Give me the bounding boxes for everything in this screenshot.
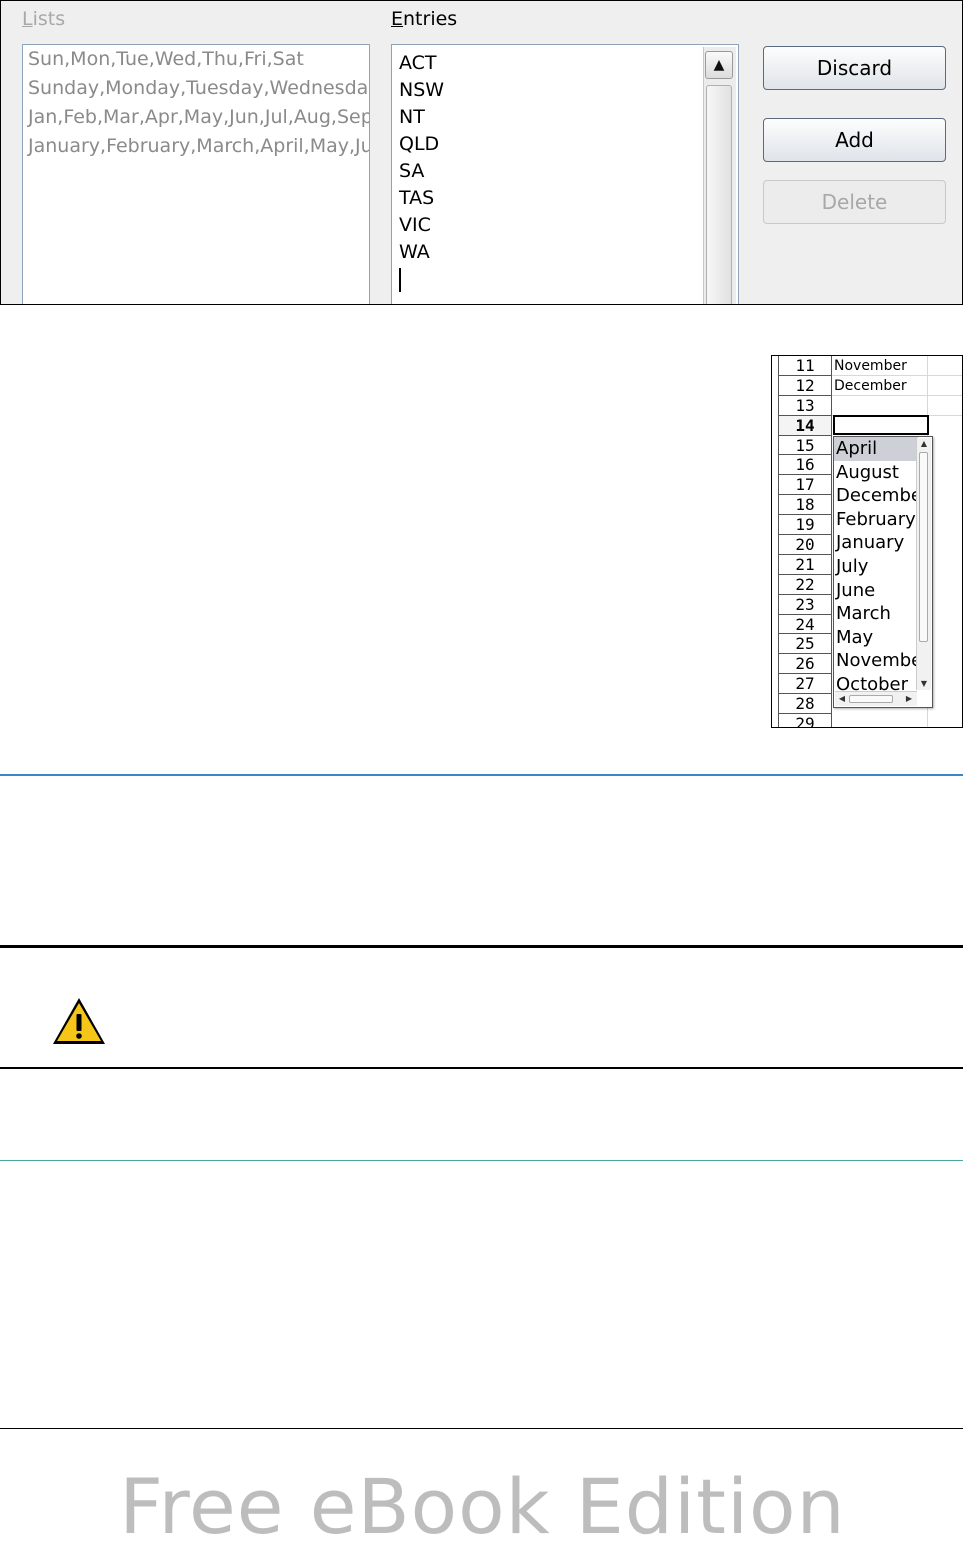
entries-textarea[interactable]: ACT NSW NT QLD SA TAS VIC WA ▲ bbox=[391, 44, 739, 304]
autocomplete-item[interactable]: June bbox=[834, 579, 918, 603]
dropdown-horizontal-scrollbar[interactable]: ◀ ▶ bbox=[835, 691, 917, 706]
scroll-up-icon[interactable]: ▲ bbox=[918, 438, 930, 450]
row-header[interactable]: 21 bbox=[778, 554, 832, 575]
row-header[interactable]: 25 bbox=[778, 634, 832, 655]
list-item[interactable]: Sunday,Monday,Tuesday,Wednesday bbox=[23, 74, 369, 103]
spreadsheet-snippet: 11 12 13 14 15 16 17 18 19 20 21 22 23 24 25 26 27 28 29 N… bbox=[771, 355, 963, 728]
cell[interactable] bbox=[832, 396, 962, 416]
autocomplete-item[interactable]: April bbox=[834, 437, 918, 461]
list-item[interactable]: January,February,March,April,May,Jun bbox=[23, 132, 369, 161]
row-header[interactable]: 24 bbox=[778, 614, 832, 635]
delete-button[interactable]: Delete bbox=[763, 180, 946, 224]
scroll-left-icon[interactable]: ◀ bbox=[836, 693, 848, 705]
autocomplete-dropdown[interactable]: AprilAugustDecemberFebruaryJanuaryJulyJu… bbox=[833, 436, 933, 708]
text-cursor-line bbox=[392, 266, 738, 293]
entries-scrollbar[interactable]: ▲ bbox=[703, 47, 736, 304]
autocomplete-item[interactable]: November bbox=[834, 649, 918, 673]
lists-listbox[interactable]: Sun,Mon,Tue,Wed,Thu,Fri,Sat Sunday,Monda… bbox=[22, 44, 370, 304]
add-button-label: Add bbox=[835, 128, 874, 152]
scrollbar-thumb[interactable] bbox=[706, 85, 732, 304]
scroll-up-icon[interactable]: ▲ bbox=[705, 51, 733, 79]
caution-top-rule bbox=[0, 945, 963, 948]
row-header[interactable]: 23 bbox=[778, 594, 832, 615]
row-headers: 11 12 13 14 15 16 17 18 19 20 21 22 23 24 25 26 27 28 29 bbox=[778, 356, 832, 727]
discard-button[interactable]: Discard bbox=[763, 46, 946, 90]
discard-button-label: Discard bbox=[816, 56, 893, 80]
scrollbar-thumb[interactable] bbox=[919, 452, 928, 642]
row-header[interactable]: 16 bbox=[778, 455, 832, 476]
footer-rule bbox=[0, 1428, 963, 1429]
cell[interactable]: November bbox=[832, 356, 962, 376]
row-header[interactable]: 12 bbox=[778, 375, 832, 396]
delete-button-label: Delete bbox=[821, 190, 888, 214]
text-caret bbox=[399, 268, 401, 292]
row-header[interactable]: 11 bbox=[778, 356, 832, 376]
dropdown-vertical-scrollbar[interactable]: ▲ ▼ bbox=[916, 438, 931, 690]
row-header[interactable]: 13 bbox=[778, 395, 832, 416]
row-header[interactable]: 26 bbox=[778, 654, 832, 675]
list-item[interactable]: Sun,Mon,Tue,Wed,Thu,Fri,Sat bbox=[23, 45, 369, 74]
autocomplete-item[interactable]: February bbox=[834, 508, 918, 532]
row-header[interactable]: 14 bbox=[778, 415, 832, 436]
lists-label: Lists bbox=[22, 8, 65, 30]
sort-lists-dialog: Lists Entries Sun,Mon,Tue,Wed,Thu,Fri,Sa… bbox=[0, 0, 963, 305]
entry-line: VIC bbox=[399, 214, 431, 236]
lists-label-mnemonic: L bbox=[22, 8, 33, 30]
scroll-down-icon[interactable]: ▼ bbox=[918, 678, 930, 690]
entry-line: TAS bbox=[399, 187, 435, 209]
list-item[interactable]: Jan,Feb,Mar,Apr,May,Jun,Jul,Aug,Sep bbox=[23, 103, 369, 132]
entry-line: ACT bbox=[399, 52, 437, 74]
row-header[interactable]: 29 bbox=[778, 714, 832, 727]
row-header[interactable]: 17 bbox=[778, 475, 832, 496]
autocomplete-item[interactable]: March bbox=[834, 602, 918, 626]
entry-line: NT bbox=[399, 106, 425, 128]
watermark-text: Free eBook Edition bbox=[119, 1462, 846, 1551]
scrollbar-thumb[interactable] bbox=[849, 695, 893, 703]
autocomplete-item[interactable]: July bbox=[834, 555, 918, 579]
section-rule-teal bbox=[0, 1160, 963, 1161]
autocomplete-item[interactable]: December bbox=[834, 484, 918, 508]
entries-label-rest: ntries bbox=[403, 8, 458, 30]
entry-line: WA bbox=[399, 241, 430, 263]
row-header[interactable]: 27 bbox=[778, 674, 832, 695]
entries-label: Entries bbox=[391, 8, 457, 30]
row-header[interactable]: 19 bbox=[778, 515, 832, 536]
row-header[interactable]: 22 bbox=[778, 574, 832, 595]
scroll-right-icon[interactable]: ▶ bbox=[903, 693, 915, 705]
row-header[interactable]: 15 bbox=[778, 435, 832, 456]
autocomplete-item[interactable]: January bbox=[834, 531, 918, 555]
section-rule-blue bbox=[0, 774, 963, 776]
entry-line: NSW bbox=[399, 79, 445, 101]
autocomplete-item[interactable]: August bbox=[834, 461, 918, 485]
entry-line: SA bbox=[399, 160, 425, 182]
caution-bottom-rule bbox=[0, 1067, 963, 1069]
row-header[interactable]: 18 bbox=[778, 495, 832, 516]
add-button[interactable]: Add bbox=[763, 118, 946, 162]
warning-icon bbox=[53, 998, 105, 1044]
row-header[interactable]: 28 bbox=[778, 694, 832, 715]
entries-label-mnemonic: E bbox=[391, 8, 404, 30]
row-header[interactable]: 20 bbox=[778, 535, 832, 555]
autocomplete-item[interactable]: May bbox=[834, 626, 918, 650]
cell[interactable]: December bbox=[832, 376, 962, 396]
active-cell[interactable] bbox=[833, 415, 929, 435]
lists-label-rest: ists bbox=[32, 8, 66, 30]
entry-line: QLD bbox=[399, 133, 440, 155]
